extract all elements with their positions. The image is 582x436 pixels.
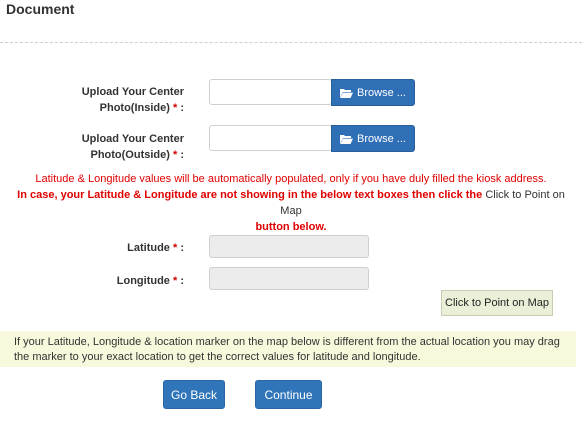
required-mark: * [172, 242, 178, 254]
upload-inside-label: Upload Your Center Photo(Inside) * : [60, 84, 184, 116]
label-colon: : [180, 149, 184, 161]
required-mark: * [172, 275, 178, 287]
click-to-point-on-map-button[interactable]: Click to Point on Map [441, 290, 553, 316]
upload-inside-label-line1: Upload Your Center [81, 86, 184, 98]
coordinates-notice: Latitude & Longitude values will be auto… [10, 171, 572, 235]
upload-outside-label-line1: Upload Your Center [81, 133, 184, 145]
continue-button[interactable]: Continue [255, 380, 322, 409]
latitude-label: Latitude * : [100, 240, 184, 256]
required-mark: * [172, 102, 178, 114]
browse-label: Browse ... [357, 132, 406, 145]
upload-inside-file-input[interactable] [209, 79, 332, 105]
map-info-box: If your Latitude, Longitude & location m… [0, 331, 576, 367]
section-divider [0, 42, 582, 43]
label-colon: : [180, 275, 184, 287]
latitude-field[interactable] [209, 235, 369, 258]
notice-line3-bold: button below. [255, 221, 327, 233]
required-mark: * [172, 149, 178, 161]
page-title: Document [6, 1, 75, 17]
label-colon: : [180, 242, 184, 254]
go-back-button[interactable]: Go Back [163, 380, 225, 409]
upload-outside-file-input[interactable] [209, 125, 332, 151]
browse-label: Browse ... [357, 86, 406, 99]
label-colon: : [180, 102, 184, 114]
longitude-field[interactable] [209, 267, 369, 290]
folder-open-icon [340, 134, 354, 144]
upload-outside-label-line2: Photo(Outside) [90, 149, 170, 161]
longitude-label: Longitude * : [100, 273, 184, 289]
upload-inside-label-line2: Photo(Inside) [99, 102, 170, 114]
folder-open-icon [340, 88, 354, 98]
notice-line1: Latitude & Longitude values will be auto… [35, 173, 547, 185]
upload-inside-browse-button[interactable]: Browse ... [331, 79, 415, 106]
upload-outside-browse-button[interactable]: Browse ... [331, 125, 415, 152]
latitude-label-text: Latitude [127, 242, 170, 254]
longitude-label-text: Longitude [116, 275, 170, 287]
upload-outside-label: Upload Your Center Photo(Outside) * : [60, 131, 184, 163]
notice-line2-bold: In case, your Latitude & Longitude are n… [17, 189, 483, 201]
